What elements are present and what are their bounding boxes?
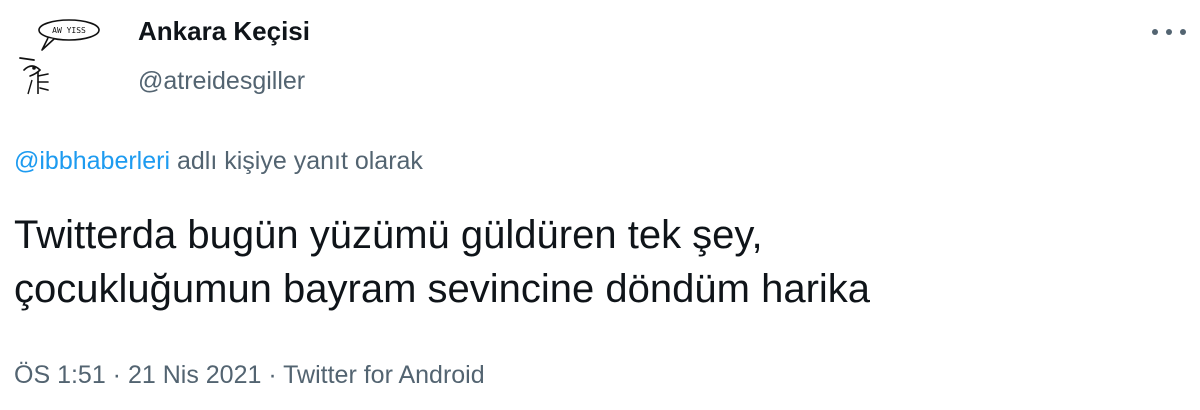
display-name[interactable]: Ankara Keçisi — [138, 14, 310, 48]
tweet-text: Twitterda bugün yüzümü güldüren tek şey,… — [14, 208, 1174, 316]
more-horizontal-icon-dot — [1166, 29, 1172, 35]
more-horizontal-icon — [1152, 29, 1158, 35]
tweet-source[interactable]: Twitter for Android — [283, 361, 484, 389]
tweet-text-line: Twitterda bugün yüzümü güldüren tek şey, — [14, 213, 763, 257]
tweet-card: AW YISS Ankara Keçisi @atreidesgiller @i… — [0, 0, 1200, 410]
reply-mention-link[interactable]: @ibbhaberleri — [14, 147, 170, 175]
more-options-button[interactable] — [1152, 22, 1186, 42]
reply-context-text: adlı kişiye yanıt olarak — [170, 147, 423, 175]
meta-separator: · — [105, 361, 128, 389]
meta-separator: · — [261, 361, 284, 389]
tweet-timestamp[interactable]: ÖS 1:51 — [14, 361, 106, 389]
avatar-speech-text: AW YISS — [52, 26, 86, 35]
tweet-date[interactable]: 21 Nis 2021 — [128, 361, 261, 389]
tweet-metadata: ÖS 1:51 · 21 Nis 2021 · Twitter for Andr… — [14, 360, 485, 390]
author-block: Ankara Keçisi @atreidesgiller — [138, 14, 310, 96]
avatar[interactable]: AW YISS — [12, 14, 106, 104]
reply-context: @ibbhaberleri adlı kişiye yanıt olarak — [14, 146, 423, 176]
goat-doodle-icon: AW YISS — [19, 19, 100, 95]
user-handle[interactable]: @atreidesgiller — [138, 66, 310, 96]
tweet-text-line: çocukluğumun bayram sevincine döndüm har… — [14, 267, 871, 311]
more-horizontal-icon-dot — [1180, 29, 1186, 35]
